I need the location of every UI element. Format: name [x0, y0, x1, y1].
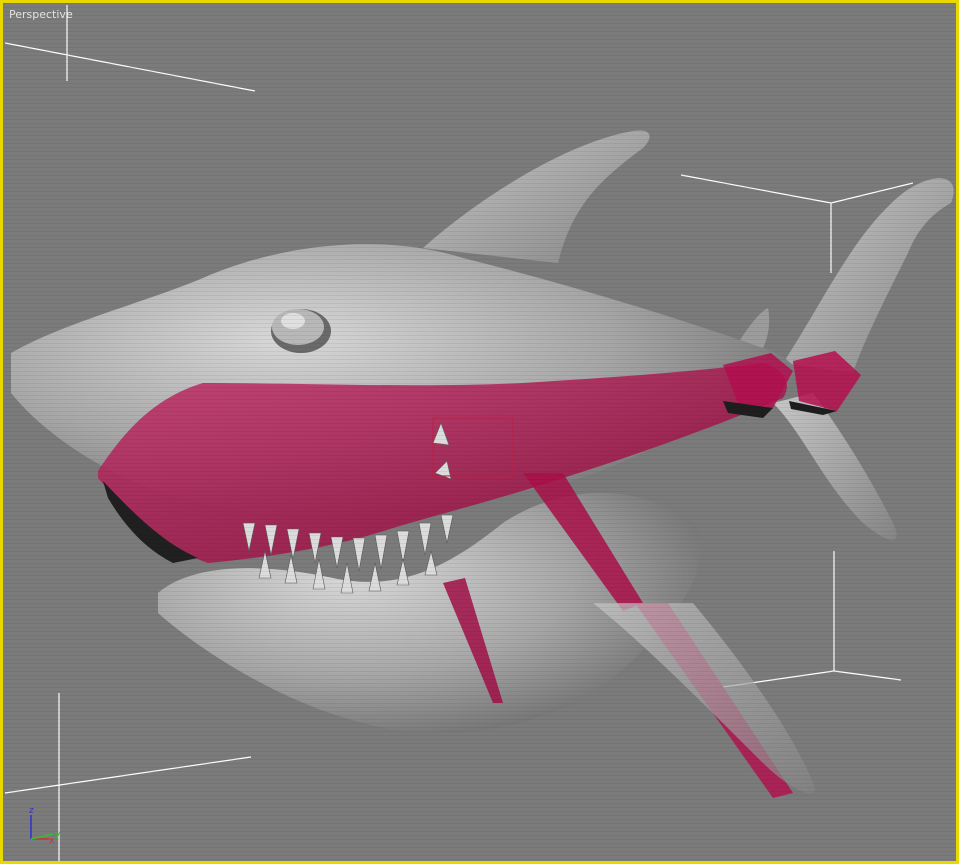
shark-tail	[773, 178, 954, 540]
perspective-viewport[interactable]: Perspective z x y	[0, 0, 959, 864]
axis-label-y: y	[55, 830, 61, 840]
axis-gizmo: z x y	[29, 806, 61, 846]
scene-canvas[interactable]	[3, 3, 956, 861]
dorsal-fin	[423, 130, 650, 263]
shark-eye	[271, 309, 331, 353]
axis-label-z: z	[29, 806, 34, 816]
